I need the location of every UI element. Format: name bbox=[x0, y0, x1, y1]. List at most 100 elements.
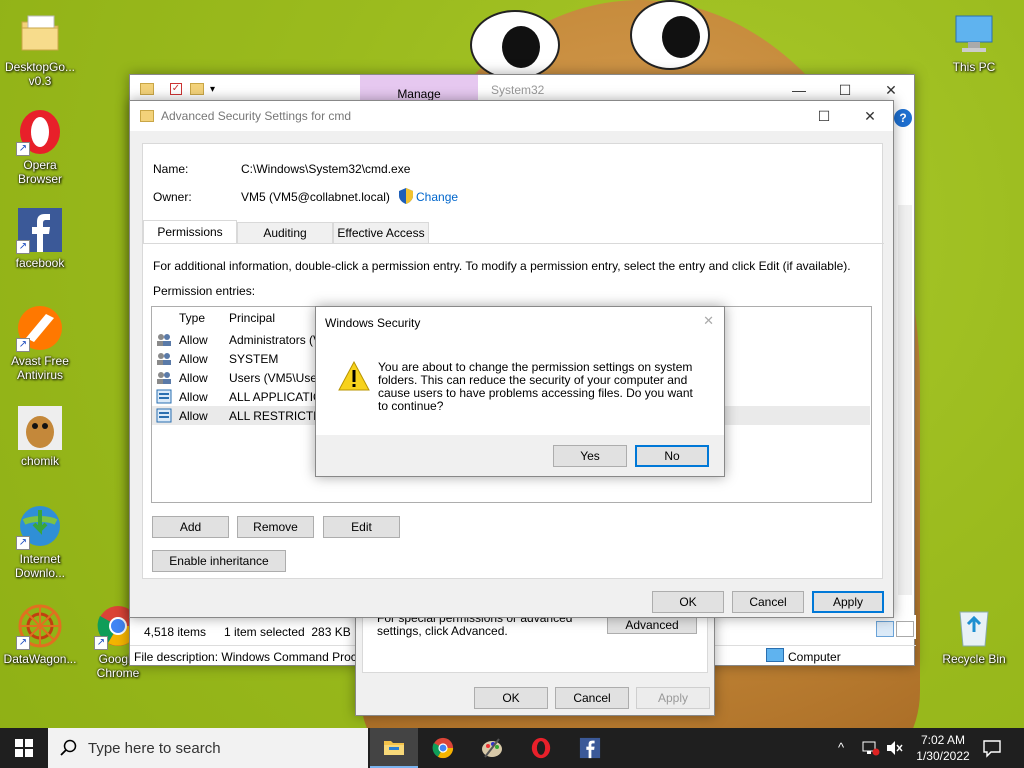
taskbar-search-box[interactable]: Type here to search bbox=[48, 728, 368, 768]
taskbar-paint[interactable] bbox=[468, 728, 516, 768]
properties-window: For special permissions or advanced sett… bbox=[355, 612, 715, 716]
ok-button[interactable]: OK bbox=[652, 591, 724, 613]
owner-label: Owner: bbox=[153, 190, 192, 204]
row-type: Allow bbox=[179, 332, 208, 347]
taskbar: Type here to search ^ 7:02 AM 1/30/2022 bbox=[0, 728, 1024, 768]
notification-center-icon[interactable] bbox=[982, 738, 1002, 758]
new-folder-icon[interactable] bbox=[190, 83, 204, 95]
ribbon-tab-manage[interactable]: Manage bbox=[360, 75, 478, 103]
windows-security-body: Windows Security ✕ You are about to chan… bbox=[316, 307, 724, 435]
desktop-icon-this-pc[interactable]: This PC bbox=[934, 10, 1014, 74]
wallpaper-hamster-eye bbox=[630, 0, 710, 70]
chrome-icon bbox=[432, 737, 454, 759]
folder-icon bbox=[140, 83, 154, 95]
no-button[interactable]: No bbox=[635, 445, 709, 467]
permission-entries-label: Permission entries: bbox=[153, 284, 256, 298]
desktop-icon-opera[interactable]: ↗ Opera Browser bbox=[0, 108, 80, 186]
details-view-icon[interactable] bbox=[876, 621, 894, 637]
row-principal: Administrators (V bbox=[229, 332, 322, 347]
desktop-icon-chomik[interactable]: chomik bbox=[0, 404, 80, 468]
desktop-icon-avast[interactable]: ↗ Avast Free Antivirus bbox=[0, 304, 80, 382]
tab-effective-access[interactable]: Effective Access bbox=[333, 222, 429, 244]
advanced-security-titlebar: Advanced Security Settings for cmd ☐ ✕ bbox=[130, 101, 893, 131]
desktop-icon-label: Recycle Bin bbox=[942, 652, 1006, 666]
shortcut-arrow-icon: ↗ bbox=[16, 536, 30, 550]
windows-logo-icon bbox=[15, 739, 33, 757]
desktop-icon-label: DataWagon... bbox=[3, 652, 77, 666]
enable-inheritance-button[interactable]: Enable inheritance bbox=[152, 550, 286, 572]
properties-apply-button: Apply bbox=[636, 687, 710, 709]
warning-message: You are about to change the permission s… bbox=[378, 360, 693, 413]
clock-date: 1/30/2022 bbox=[916, 749, 970, 763]
globe-download-icon: ↗ bbox=[16, 502, 64, 550]
desktop-icon-datawagon[interactable]: ↗ DataWagon... bbox=[0, 602, 80, 666]
taskbar-facebook[interactable] bbox=[566, 728, 614, 768]
tab-label: Auditing bbox=[263, 226, 307, 240]
taskbar-clock[interactable]: 7:02 AM 1/30/2022 bbox=[908, 732, 978, 764]
show-hidden-icons-chevron-icon[interactable]: ^ bbox=[838, 740, 844, 755]
tab-auditing[interactable]: Auditing bbox=[237, 222, 333, 244]
desktop-icon-internet-download[interactable]: ↗ Internet Downlo... bbox=[0, 502, 80, 580]
tab-permissions[interactable]: Permissions bbox=[143, 220, 237, 244]
taskbar-chrome[interactable] bbox=[419, 728, 467, 768]
app-package-icon bbox=[156, 389, 172, 404]
users-group-icon bbox=[156, 332, 172, 347]
maximize-button[interactable]: ☐ bbox=[801, 101, 847, 131]
desktop-icon-recycle-bin[interactable]: Recycle Bin bbox=[934, 602, 1014, 666]
edit-button[interactable]: Edit bbox=[323, 516, 400, 538]
taskbar-opera[interactable] bbox=[517, 728, 565, 768]
folder-icon bbox=[140, 110, 154, 122]
help-icon[interactable]: ? bbox=[894, 109, 912, 127]
explorer-scrollbar[interactable] bbox=[898, 205, 912, 595]
windows-security-dialog: Windows Security ✕ You are about to chan… bbox=[315, 306, 725, 477]
hamster-icon bbox=[16, 404, 64, 452]
column-header-principal[interactable]: Principal bbox=[229, 311, 275, 325]
row-type: Allow bbox=[179, 389, 208, 404]
name-value: C:\Windows\System32\cmd.exe bbox=[241, 162, 411, 176]
row-principal: Users (VM5\User bbox=[229, 370, 322, 385]
paint-palette-icon bbox=[482, 738, 502, 758]
desktop-icon-desktopgo[interactable]: DesktopGo... v0.3 bbox=[0, 10, 80, 88]
avast-icon: ↗ bbox=[16, 304, 64, 352]
change-owner-link[interactable]: Change bbox=[416, 190, 458, 204]
column-header-type[interactable]: Type bbox=[179, 311, 205, 325]
facebook-icon bbox=[579, 737, 601, 759]
search-icon bbox=[60, 739, 77, 756]
advanced-button[interactable]: Advanced bbox=[607, 616, 697, 634]
properties-security-panel: For special permissions or advanced sett… bbox=[362, 612, 708, 673]
properties-ok-button[interactable]: OK bbox=[474, 687, 548, 709]
explorer-title: System32 bbox=[491, 83, 545, 97]
app-package-icon bbox=[156, 408, 172, 423]
properties-cancel-button[interactable]: Cancel bbox=[555, 687, 629, 709]
recycle-bin-icon bbox=[950, 602, 998, 650]
yes-button[interactable]: Yes bbox=[553, 445, 627, 467]
status-item-count: 4,518 items bbox=[144, 625, 207, 639]
warning-icon bbox=[338, 360, 370, 391]
desktop-icon-label: Internet Downlo... bbox=[14, 552, 66, 580]
desktop-icon-facebook[interactable]: ↗ facebook bbox=[0, 206, 80, 270]
start-button[interactable] bbox=[0, 728, 48, 768]
properties-icon[interactable]: ✓ bbox=[170, 83, 182, 95]
taskbar-file-explorer[interactable] bbox=[370, 728, 418, 768]
network-icon[interactable] bbox=[862, 740, 880, 756]
desktop-icon-label: Avast Free Antivirus bbox=[11, 354, 69, 382]
large-icons-view-icon[interactable] bbox=[896, 621, 914, 637]
add-button[interactable]: Add bbox=[152, 516, 229, 538]
folder-icon bbox=[16, 10, 64, 58]
tab-label: Permissions bbox=[157, 225, 223, 239]
shortcut-arrow-icon: ↗ bbox=[16, 240, 30, 254]
wallpaper-hamster-eye bbox=[470, 10, 560, 80]
volume-muted-icon[interactable] bbox=[886, 740, 904, 756]
shortcut-arrow-icon: ↗ bbox=[16, 636, 30, 650]
customize-toolbar-icon[interactable]: ▾ bbox=[210, 84, 215, 95]
remove-button[interactable]: Remove bbox=[237, 516, 314, 538]
computer-icon bbox=[950, 10, 998, 58]
opera-icon bbox=[531, 737, 551, 759]
datawagon-icon: ↗ bbox=[16, 602, 64, 650]
row-type: Allow bbox=[179, 370, 208, 385]
cancel-button[interactable]: Cancel bbox=[732, 591, 804, 613]
tab-label: Effective Access bbox=[337, 226, 425, 240]
close-icon[interactable]: ✕ bbox=[703, 313, 714, 329]
close-button[interactable]: ✕ bbox=[847, 101, 893, 131]
apply-button[interactable]: Apply bbox=[812, 591, 884, 613]
